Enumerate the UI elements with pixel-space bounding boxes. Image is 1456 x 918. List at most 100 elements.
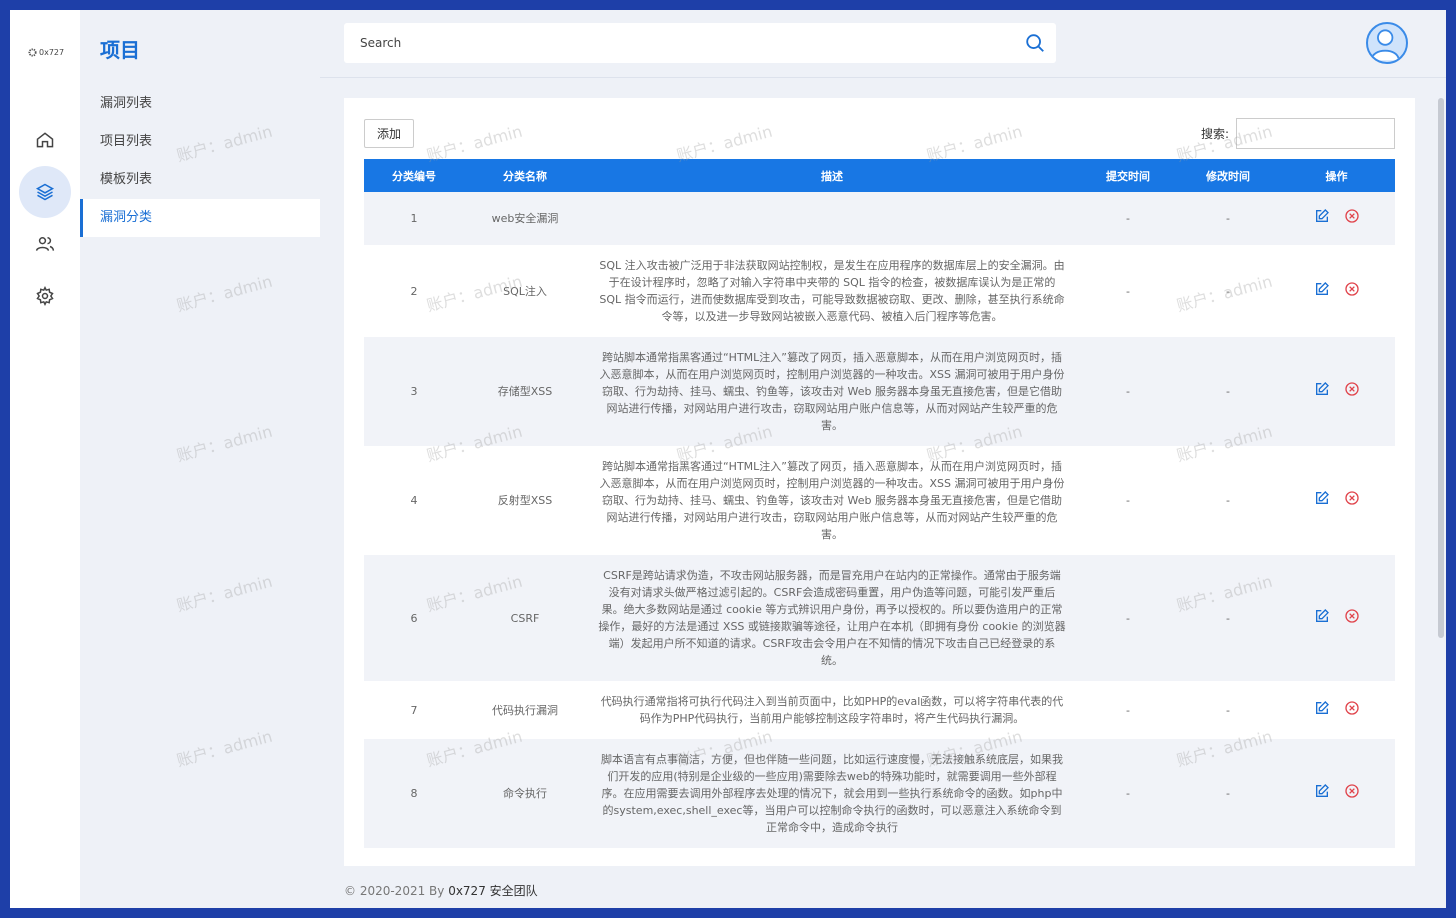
- table-row: 2 SQL注入 SQL 注入攻击被广泛用于非法获取网站控制权，是发生在应用程序的…: [364, 245, 1395, 337]
- cell-name: 存储型XSS: [464, 337, 586, 446]
- edit-icon[interactable]: [1314, 208, 1330, 224]
- table-row: 3 存储型XSS 跨站脚本通常指黑客通过“HTML注入”篡改了网页，插入恶意脚本…: [364, 337, 1395, 446]
- search-input[interactable]: [344, 23, 1004, 63]
- delete-icon[interactable]: [1344, 700, 1360, 716]
- cell-actions: [1278, 245, 1395, 337]
- cell-id: 6: [364, 555, 464, 681]
- gear-logo-icon: [28, 48, 37, 57]
- delete-icon[interactable]: [1344, 381, 1360, 397]
- delete-icon[interactable]: [1344, 783, 1360, 799]
- sidebar-item-label: 漏洞列表: [100, 96, 153, 111]
- cell-desc: 脚本语言有点事简洁，方便，但也伴随一些问题，比如运行速度慢，无法接触系统底层，如…: [586, 739, 1078, 848]
- cell-submitted: -: [1126, 284, 1130, 298]
- sidebar-item-label: 模板列表: [100, 172, 153, 187]
- cell-name: 代码执行漏洞: [492, 703, 558, 717]
- delete-icon[interactable]: [1344, 208, 1360, 224]
- cell-actions: [1278, 446, 1395, 555]
- cell-actions: [1278, 337, 1395, 446]
- user-avatar-icon: [1370, 29, 1400, 61]
- cell-id: 8: [364, 739, 464, 848]
- footer-prefix: © 2020-2021 By: [344, 884, 449, 898]
- filter-label: 搜索:: [1201, 127, 1230, 141]
- avatar[interactable]: [1366, 22, 1408, 64]
- delete-icon[interactable]: [1344, 608, 1360, 624]
- cell-modified: -: [1178, 337, 1278, 446]
- edit-icon[interactable]: [1314, 700, 1330, 716]
- sidebar-item-project-list[interactable]: 项目列表: [80, 123, 320, 161]
- footer: © 2020-2021 By 0x727 安全团队: [344, 882, 538, 899]
- category-card: 添加 搜索: 分类编号 分类名称 描述 提交时间 修改时间 操作 1 web安全…: [344, 98, 1415, 866]
- column-header-actions: 操作: [1278, 159, 1395, 192]
- home-icon: [36, 132, 54, 148]
- cell-modified: -: [1226, 703, 1230, 717]
- cell-actions: [1278, 739, 1395, 848]
- icon-rail: 0x727: [10, 10, 80, 908]
- cell-submitted: -: [1126, 703, 1130, 717]
- sidebar-item-label: 项目列表: [100, 134, 153, 149]
- cell-desc: [586, 192, 1078, 245]
- sidebar-item-vuln-list[interactable]: 漏洞列表: [80, 85, 320, 123]
- filter-input[interactable]: [1236, 118, 1395, 149]
- nav-home[interactable]: [19, 114, 71, 166]
- cell-desc: 跨站脚本通常指黑客通过“HTML注入”篡改了网页，插入恶意脚本，从而在用户浏览网…: [599, 460, 1065, 541]
- cell-desc: 代码执行通常指将可执行代码注入到当前页面中，比如PHP的eval函数，可以将字符…: [600, 695, 1064, 725]
- cell-name: 反射型XSS: [497, 494, 553, 507]
- add-button[interactable]: 添加: [364, 119, 414, 148]
- edit-icon[interactable]: [1314, 490, 1330, 506]
- table-row: 7 代码执行漏洞 代码执行通常指将可执行代码注入到当前页面中，比如PHP的eva…: [364, 681, 1395, 739]
- delete-icon[interactable]: [1344, 281, 1360, 297]
- cell-actions: [1278, 555, 1395, 681]
- column-header-desc[interactable]: 描述: [586, 159, 1078, 192]
- page-scrollbar[interactable]: [1438, 98, 1444, 638]
- nav-users[interactable]: [19, 218, 71, 270]
- cell-id: 3: [364, 337, 464, 446]
- column-header-submitted[interactable]: 提交时间: [1078, 159, 1178, 192]
- cell-submitted: -: [1126, 494, 1130, 507]
- cell-id: 2: [410, 284, 418, 298]
- edit-icon[interactable]: [1314, 381, 1330, 397]
- users-icon: [35, 237, 55, 251]
- cell-name: SQL注入: [503, 284, 547, 298]
- cell-modified: -: [1226, 284, 1230, 298]
- brand-logo-text: 0x727: [39, 48, 65, 57]
- cell-id: 1: [364, 192, 464, 245]
- layers-icon: [35, 183, 55, 201]
- gear-icon: [36, 286, 54, 306]
- sidebar-item-vuln-category[interactable]: 漏洞分类: [80, 199, 320, 237]
- edit-icon[interactable]: [1314, 783, 1330, 799]
- edit-icon[interactable]: [1314, 608, 1330, 624]
- table-header-row: 分类编号 分类名称 描述 提交时间 修改时间 操作: [364, 159, 1395, 192]
- cell-name: 命令执行: [464, 739, 586, 848]
- cell-name: web安全漏洞: [464, 192, 586, 245]
- column-header-modified[interactable]: 修改时间: [1178, 159, 1278, 192]
- cell-submitted: -: [1078, 739, 1178, 848]
- cell-name: CSRF: [464, 555, 586, 681]
- sidebar-item-template-list[interactable]: 模板列表: [80, 161, 320, 199]
- category-table: 分类编号 分类名称 描述 提交时间 修改时间 操作 1 web安全漏洞 - -: [364, 159, 1395, 848]
- nav-projects[interactable]: [19, 166, 71, 218]
- column-header-name[interactable]: 分类名称: [464, 159, 586, 192]
- cell-desc: SQL 注入攻击被广泛用于非法获取网站控制权，是发生在应用程序的数据库层上的安全…: [599, 259, 1065, 323]
- cell-submitted: -: [1078, 337, 1178, 446]
- app-frame: 0x727 项目 漏洞列表 项目列表 模板列表 漏洞分类 添加: [10, 10, 1446, 908]
- table-row: 6 CSRF CSRF是跨站请求伪造，不攻击网站服务器，而是冒充用户在站内的正常…: [364, 555, 1395, 681]
- cell-actions: [1278, 192, 1395, 245]
- column-header-id[interactable]: 分类编号: [364, 159, 464, 192]
- delete-icon[interactable]: [1344, 490, 1360, 506]
- cell-desc: CSRF是跨站请求伪造，不攻击网站服务器，而是冒充用户在站内的正常操作。通常由于…: [586, 555, 1078, 681]
- cell-modified: -: [1178, 739, 1278, 848]
- cell-id: 4: [410, 494, 418, 507]
- edit-icon[interactable]: [1314, 281, 1330, 297]
- topbar: [320, 10, 1446, 78]
- cell-id: 7: [410, 703, 418, 717]
- cell-desc: 跨站脚本通常指黑客通过“HTML注入”篡改了网页，插入恶意脚本，从而在用户浏览网…: [586, 337, 1078, 446]
- cell-modified: -: [1178, 192, 1278, 245]
- cell-modified: -: [1226, 494, 1230, 507]
- nav-settings[interactable]: [19, 270, 71, 322]
- sidebar: 项目 漏洞列表 项目列表 模板列表 漏洞分类: [80, 10, 320, 908]
- cell-modified: -: [1178, 555, 1278, 681]
- table-row: 1 web安全漏洞 - -: [364, 192, 1395, 245]
- sidebar-title: 项目: [100, 38, 140, 62]
- table-row: 8 命令执行 脚本语言有点事简洁，方便，但也伴随一些问题，比如运行速度慢，无法接…: [364, 739, 1395, 848]
- search-icon[interactable]: [1024, 32, 1046, 54]
